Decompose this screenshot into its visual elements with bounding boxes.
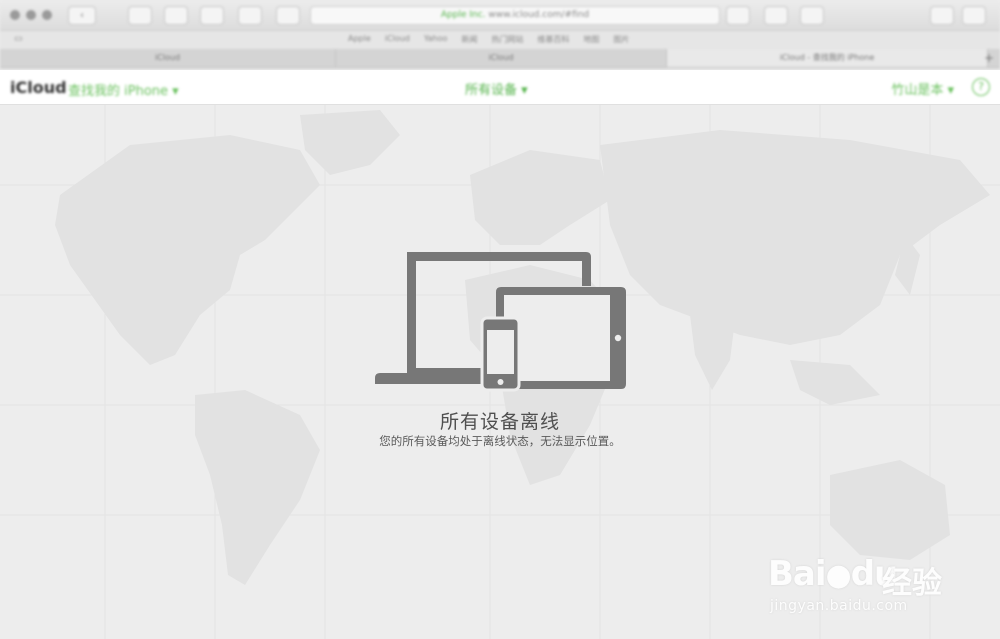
download-button[interactable] — [726, 6, 750, 25]
icloud-header: iCloud 查找我的 iPhone ▾ 所有设备 ▾ 竹山是本 ▾ ? — [0, 70, 1000, 105]
reading-list-button[interactable] — [238, 6, 262, 25]
bookmark-item[interactable]: Yahoo — [424, 34, 448, 45]
bookmarks-bar: ▭ Apple iCloud Yahoo 新闻 热门网站 维基百科 地图 图片 — [0, 31, 1000, 48]
watermark-url: jingyan.baidu.com — [770, 598, 908, 614]
extension-button[interactable] — [764, 6, 788, 25]
tab-bar: iCloud iCloud iCloud - 查找我的 iPhone + — [0, 49, 1000, 68]
bookmarks-sidebar-icon[interactable]: ▭ — [14, 34, 23, 44]
baidu-watermark: Bai●du 经验 jingyan.baidu.com — [768, 530, 968, 620]
new-window-button[interactable] — [962, 6, 986, 25]
bookmark-item[interactable]: iCloud — [385, 34, 410, 45]
bookmark-item[interactable]: 维基百科 — [537, 34, 569, 45]
offline-title: 所有设备离线 — [439, 411, 560, 433]
zoom-window-icon[interactable] — [42, 10, 52, 20]
address-bar[interactable]: Apple Inc. www.icloud.com/#find — [310, 6, 720, 25]
secure-lock-badge: Apple Inc. — [440, 10, 486, 20]
watermark-cn: 经验 — [882, 566, 942, 601]
new-tab-button[interactable]: + — [984, 49, 994, 67]
close-window-icon[interactable] — [10, 10, 20, 20]
window-controls — [10, 10, 52, 20]
help-icon[interactable]: ? — [972, 78, 990, 96]
bookmark-item[interactable]: 图片 — [613, 34, 629, 45]
bookmark-item[interactable]: 热门网站 — [491, 34, 523, 45]
tab-icloud-2[interactable]: iCloud — [336, 49, 667, 67]
user-menu[interactable]: 竹山是本 ▾ — [891, 79, 954, 98]
bookmarks-button[interactable] — [200, 6, 224, 25]
tab-find-iphone[interactable]: iCloud - 查找我的 iPhone — [667, 49, 988, 67]
devices-offline-icon — [375, 252, 626, 392]
tab-overview-button[interactable] — [930, 6, 954, 25]
address-url: www.icloud.com/#find — [488, 10, 590, 20]
extension-button-2[interactable] — [800, 6, 824, 25]
browser-toolbar: ‹ Apple Inc. www.icloud.com/#find — [0, 0, 1000, 31]
sidebar-toggle-button[interactable] — [128, 6, 152, 25]
share-button[interactable] — [164, 6, 188, 25]
top-sites-button[interactable] — [276, 6, 300, 25]
bookmark-item[interactable]: 新闻 — [461, 34, 477, 45]
all-devices-menu[interactable]: 所有设备 ▾ — [465, 79, 528, 98]
bookmark-item[interactable]: 地图 — [583, 34, 599, 45]
watermark-logo-text: Bai●du — [768, 554, 898, 594]
offline-subtitle: 您的所有设备均处于离线状态，无法显示位置。 — [379, 434, 621, 448]
paw-icon: ● — [825, 558, 852, 593]
app-switcher-menu[interactable]: 查找我的 iPhone ▾ — [68, 80, 179, 99]
minimize-window-icon[interactable] — [26, 10, 36, 20]
icloud-logo[interactable]: iCloud — [10, 78, 67, 97]
tab-icloud-1[interactable]: iCloud — [0, 49, 336, 67]
back-button[interactable]: ‹ — [68, 6, 96, 25]
bookmark-item[interactable]: Apple — [348, 34, 371, 45]
browser-chrome: ‹ Apple Inc. www.icloud.com/#find ▭ Appl… — [0, 0, 1000, 70]
